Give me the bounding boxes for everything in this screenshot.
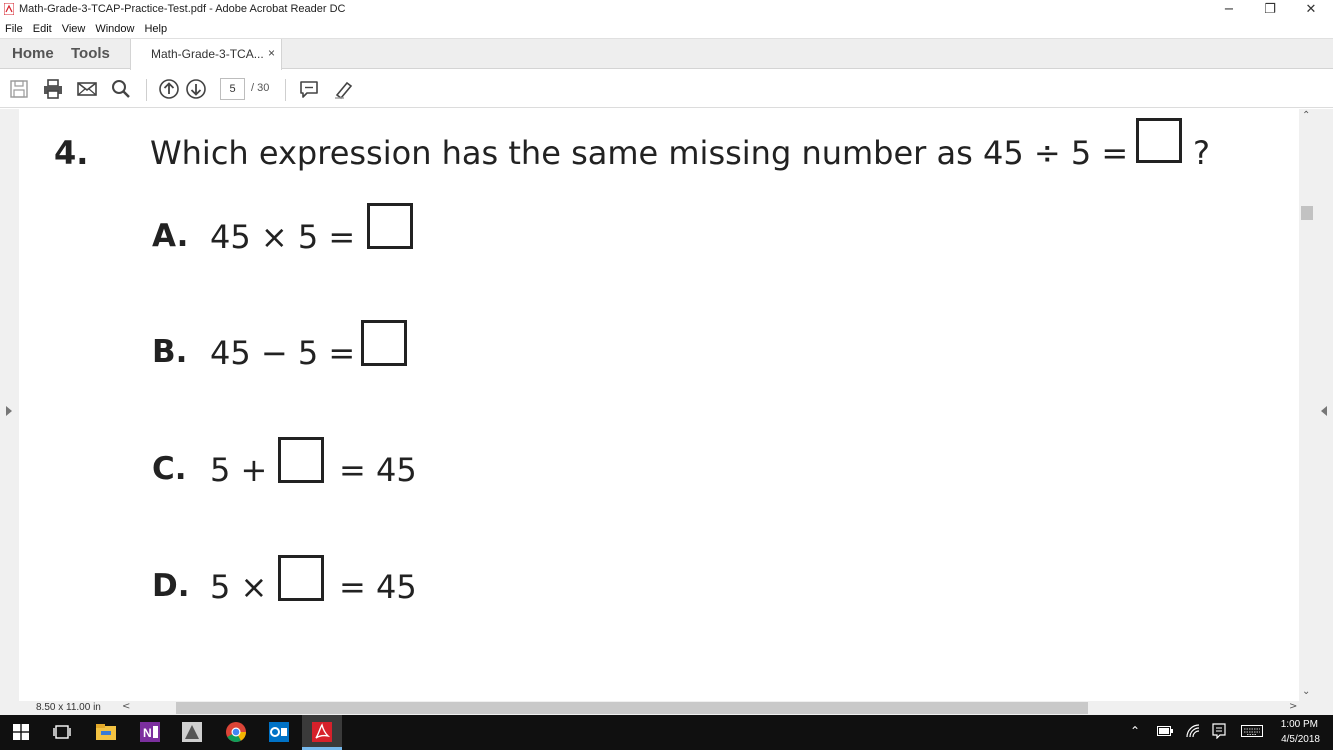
menu-view[interactable]: View xyxy=(62,23,86,35)
scroll-left-icon[interactable]: < xyxy=(122,701,130,712)
option-a-letter: A. xyxy=(152,218,189,254)
option-b-letter: B. xyxy=(152,334,188,370)
option-d-result: = 45 xyxy=(339,568,417,606)
menu-edit[interactable]: Edit xyxy=(33,23,52,35)
highlight-pen-icon[interactable] xyxy=(332,78,354,100)
answer-box xyxy=(278,555,324,601)
page-number-input[interactable]: 5 xyxy=(220,78,245,100)
horizontal-scroll-thumb[interactable] xyxy=(176,702,1088,714)
left-panel-toggle-icon[interactable] xyxy=(6,406,12,416)
option-c-result: = 45 xyxy=(339,451,417,489)
toolbar-separator xyxy=(146,79,147,101)
answer-box xyxy=(361,320,407,366)
page-down-icon[interactable] xyxy=(185,78,207,100)
toolbar xyxy=(0,70,1333,108)
tab-bar: Home Tools Math-Grade-3-TCA... × xyxy=(0,38,1333,70)
menu-window[interactable]: Window xyxy=(95,23,134,35)
tab-document[interactable]: Math-Grade-3-TCA... × xyxy=(130,39,282,70)
menu-bar: File Edit View Window Help xyxy=(0,20,1333,38)
page-size-label: 8.50 x 11.00 in xyxy=(36,702,101,713)
svg-text:N: N xyxy=(143,726,152,740)
vertical-scroll-thumb[interactable] xyxy=(1301,206,1313,220)
print-icon[interactable] xyxy=(42,78,64,100)
comment-icon[interactable] xyxy=(298,78,320,100)
wifi-icon[interactable] xyxy=(1186,724,1200,738)
menu-file[interactable]: File xyxy=(5,23,23,35)
question-mark: ? xyxy=(1193,134,1210,172)
tab-tools[interactable]: Tools xyxy=(71,39,110,69)
windows-start-icon[interactable] xyxy=(13,724,29,740)
task-view-icon[interactable] xyxy=(53,724,71,740)
pdf-page xyxy=(19,109,1299,701)
clock-date[interactable]: 4/5/2018 xyxy=(1270,734,1320,745)
menu-help[interactable]: Help xyxy=(144,23,167,35)
search-icon[interactable] xyxy=(110,78,132,100)
option-a-expression: 45 × 5 = xyxy=(210,218,356,256)
right-panel-toggle-icon[interactable] xyxy=(1321,406,1327,416)
scroll-right-icon[interactable]: > xyxy=(1289,701,1297,712)
minimize-button[interactable]: − xyxy=(1209,1,1249,19)
acrobat-app-icon xyxy=(4,3,14,15)
question-number: 4. xyxy=(54,134,89,172)
action-center-icon[interactable] xyxy=(1212,723,1226,739)
restore-button[interactable]: ❐ xyxy=(1250,1,1290,19)
document-tab-label: Math-Grade-3-TCA... xyxy=(151,47,264,61)
option-c-letter: C. xyxy=(152,451,187,487)
onenote-icon[interactable]: N xyxy=(139,721,161,743)
question-text: Which expression has the same missing nu… xyxy=(150,134,1129,172)
battery-icon[interactable] xyxy=(1157,726,1173,736)
answer-box xyxy=(1136,118,1182,163)
page-total: / 30 xyxy=(251,82,270,94)
tab-home[interactable]: Home xyxy=(12,39,54,69)
keyboard-icon[interactable] xyxy=(1241,725,1263,737)
file-explorer-icon[interactable] xyxy=(95,721,117,743)
scroll-up-icon[interactable]: ⌃ xyxy=(1302,110,1310,121)
option-c-expression: 5 + xyxy=(210,451,268,489)
option-d-expression: 5 × xyxy=(210,568,268,606)
page-up-icon[interactable] xyxy=(158,78,180,100)
close-tab-icon[interactable]: × xyxy=(268,46,275,60)
vertical-scrollbar[interactable] xyxy=(1300,109,1314,701)
close-window-button[interactable]: ✕ xyxy=(1291,1,1331,19)
tray-overflow-icon[interactable]: ⌃ xyxy=(1130,724,1140,738)
window-title: Math-Grade-3-TCAP-Practice-Test.pdf - Ad… xyxy=(19,3,346,15)
option-b-expression: 45 − 5 = xyxy=(210,334,356,372)
acrobat-icon[interactable] xyxy=(311,721,333,743)
outlook-icon[interactable] xyxy=(268,721,290,743)
clock-time[interactable]: 1:00 PM xyxy=(1270,719,1318,730)
chrome-icon[interactable] xyxy=(225,721,247,743)
option-d-letter: D. xyxy=(152,568,190,604)
answer-box xyxy=(278,437,324,483)
save-icon[interactable] xyxy=(8,78,30,100)
scroll-down-icon[interactable]: ⌄ xyxy=(1302,686,1310,697)
app-icon[interactable] xyxy=(181,721,203,743)
answer-box xyxy=(367,203,413,249)
email-icon[interactable] xyxy=(76,78,98,100)
toolbar-separator xyxy=(285,79,286,101)
